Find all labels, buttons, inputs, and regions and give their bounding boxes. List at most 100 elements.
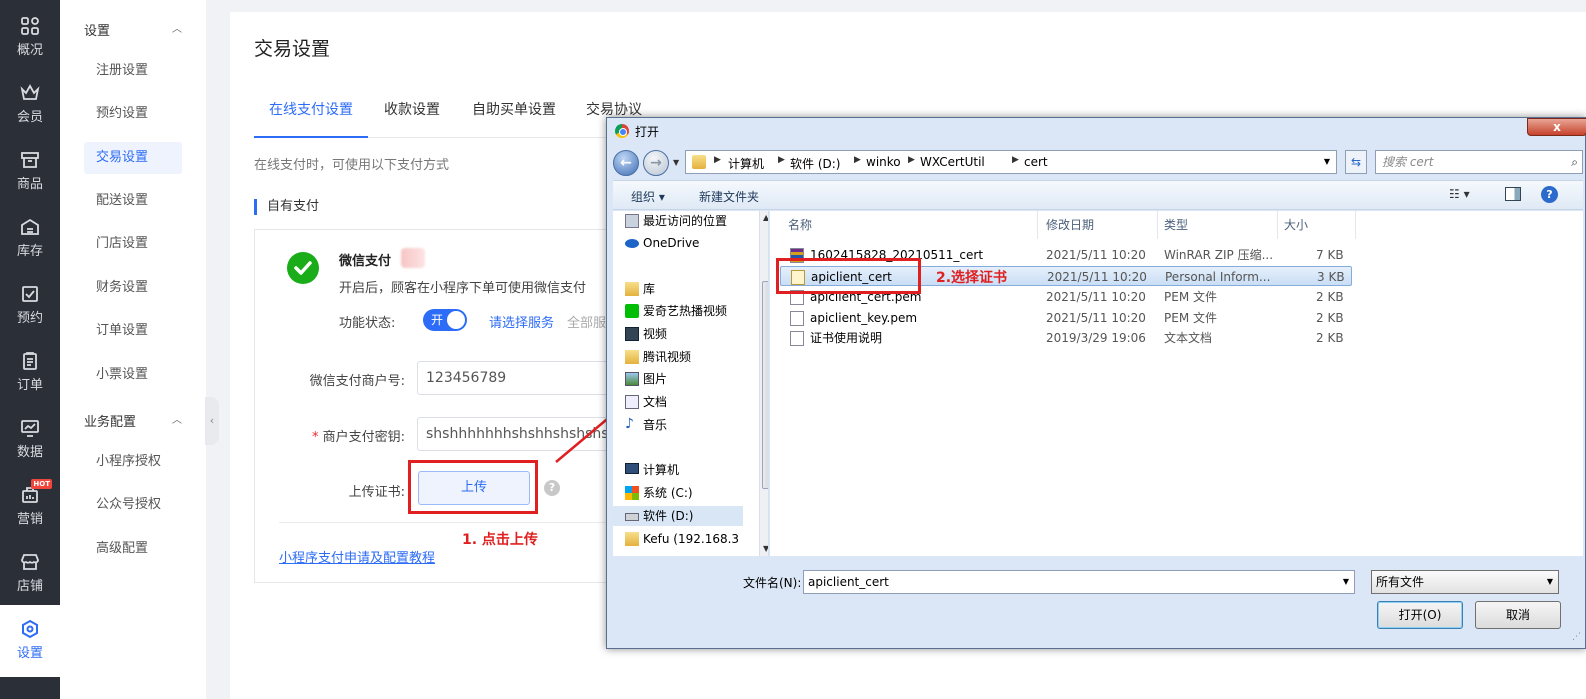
breadcrumb-cert[interactable]: cert bbox=[1024, 155, 1048, 169]
tab-collection[interactable]: 收款设置 bbox=[384, 88, 440, 138]
nav-label: 视频 bbox=[643, 327, 668, 341]
chevron-up-icon: ︿ bbox=[172, 415, 182, 426]
folder-icon bbox=[625, 350, 639, 364]
file-name: 证书使用说明 bbox=[810, 331, 883, 345]
organize-button[interactable]: 组织 ▾ bbox=[631, 188, 665, 205]
chevron-down-icon[interactable]: ▼ bbox=[1324, 157, 1330, 166]
filename-input[interactable]: apiclient_cert ▼ bbox=[803, 570, 1355, 594]
nav-item-settings[interactable]: 设置 bbox=[0, 605, 60, 677]
nav-item-marketing[interactable]: HOT 营销 bbox=[0, 471, 60, 535]
nav-item-shop[interactable]: 店铺 bbox=[0, 538, 60, 602]
nav-label: 最近访问的位置 bbox=[643, 214, 728, 228]
subnav-item-official-auth[interactable]: 公众号授权 bbox=[84, 489, 182, 521]
nav-pictures[interactable]: 图片 bbox=[625, 369, 667, 389]
switch-label: 开 bbox=[431, 313, 444, 327]
subnav-group-business[interactable]: 业务配置 ︿ bbox=[84, 411, 182, 430]
resize-grip-icon[interactable]: ⋰ bbox=[1572, 632, 1581, 642]
new-folder-button[interactable]: 新建文件夹 bbox=[699, 188, 759, 205]
nav-item-overview[interactable]: 概况 bbox=[0, 2, 60, 66]
forward-button[interactable]: → bbox=[643, 150, 669, 176]
subnav-item-register[interactable]: 注册设置 bbox=[84, 55, 182, 87]
collapse-sidebar-button[interactable]: ‹ bbox=[205, 397, 219, 445]
chevron-up-icon: ︿ bbox=[172, 24, 182, 35]
filetype-select[interactable]: 所有文件 ▼ bbox=[1371, 570, 1559, 594]
cancel-button[interactable]: 取消 bbox=[1475, 601, 1561, 629]
nav-label: 软件 (D:) bbox=[643, 509, 694, 523]
breadcrumb-computer[interactable]: 计算机 bbox=[728, 155, 764, 172]
nav-computer[interactable]: 计算机 bbox=[625, 460, 679, 480]
breadcrumb-drive-d[interactable]: 软件 (D:) bbox=[790, 155, 840, 172]
subnav-item-receipt[interactable]: 小票设置 bbox=[84, 359, 182, 391]
dialog-footer: 文件名(N): apiclient_cert ▼ 所有文件 ▼ 打开(O) 取消… bbox=[613, 558, 1583, 644]
subnav-item-advanced[interactable]: 高级配置 bbox=[84, 533, 182, 565]
nav-item-inventory[interactable]: 库存 bbox=[0, 203, 60, 267]
nav-item-appointment[interactable]: 预约 bbox=[0, 270, 60, 334]
dialog-close-button[interactable]: x bbox=[1527, 118, 1586, 136]
nav-item-orders[interactable]: 订单 bbox=[0, 337, 60, 401]
preview-pane-button[interactable] bbox=[1505, 187, 1521, 201]
drive-icon bbox=[625, 513, 639, 521]
nav-drive-c[interactable]: 系统 (C:) bbox=[625, 483, 693, 503]
nav-tencent-video[interactable]: 腾讯视频 bbox=[625, 347, 691, 367]
subnav-item-delivery[interactable]: 配送设置 bbox=[84, 185, 182, 217]
nav-recent[interactable]: 最近访问的位置 bbox=[625, 211, 728, 231]
search-input[interactable]: 搜索 cert ⌕ bbox=[1375, 150, 1583, 174]
nav-network-drive[interactable]: Kefu (192.168.3 bbox=[625, 529, 739, 549]
subnav-item-miniapp-auth[interactable]: 小程序授权 bbox=[84, 446, 182, 478]
inventory-icon bbox=[21, 218, 39, 235]
file-date: 2019/3/29 19:06 bbox=[1046, 331, 1146, 345]
column-type[interactable]: 类型 bbox=[1158, 211, 1278, 239]
nav-libraries[interactable]: 库 bbox=[625, 279, 655, 299]
filetype-value: 所有文件 bbox=[1376, 575, 1425, 589]
column-size[interactable]: 大小 bbox=[1278, 211, 1356, 239]
subnav-group-label: 业务配置 bbox=[84, 415, 137, 430]
wechat-pay-switch[interactable]: 开 bbox=[423, 309, 467, 331]
scroll-thumb[interactable] bbox=[762, 281, 768, 489]
subnav-item-order[interactable]: 订单设置 bbox=[84, 315, 182, 347]
nav-item-member[interactable]: 会员 bbox=[0, 69, 60, 133]
breadcrumb-winko[interactable]: winko bbox=[866, 155, 901, 169]
address-bar[interactable]: ▶ 计算机 ▶ 软件 (D:) ▶ winko ▶ WXCertUtil ▶ c… bbox=[685, 150, 1337, 174]
tab-online-payment[interactable]: 在线支付设置 bbox=[254, 88, 368, 138]
subnav-group-settings[interactable]: 设置 ︿ bbox=[84, 20, 182, 39]
search-placeholder: 搜索 cert bbox=[1382, 155, 1434, 169]
breadcrumb-wxcertutil[interactable]: WXCertUtil bbox=[920, 155, 985, 169]
nav-item-data[interactable]: 数据 bbox=[0, 404, 60, 468]
subnav-item-appointment[interactable]: 预约设置 bbox=[84, 98, 182, 130]
file-size: 2 KB bbox=[1316, 311, 1344, 325]
scroll-down-icon[interactable]: ▼ bbox=[763, 544, 768, 553]
view-options-button[interactable]: ☷ ▾ bbox=[1449, 187, 1470, 201]
column-date[interactable]: 修改日期 bbox=[1040, 211, 1158, 239]
subnav-item-store[interactable]: 门店设置 bbox=[84, 228, 182, 260]
nav-music[interactable]: ♪ 音乐 bbox=[625, 415, 667, 435]
file-row[interactable]: apiclient_key.pem 2021/5/11 10:20 PEM 文件… bbox=[780, 308, 1352, 328]
nav-drive-d[interactable]: 软件 (D:) bbox=[613, 506, 743, 526]
back-button[interactable]: ← bbox=[613, 150, 639, 176]
nav-item-label: 会员 bbox=[16, 110, 43, 125]
file-row[interactable]: 证书使用说明 2019/3/29 19:06 文本文档 2 KB bbox=[780, 328, 1352, 348]
nav-scrollbar[interactable]: ▲ ▼ bbox=[759, 211, 768, 556]
nav-item-goods[interactable]: 商品 bbox=[0, 136, 60, 200]
subnav-item-finance[interactable]: 财务设置 bbox=[84, 272, 182, 304]
refresh-button[interactable]: ⇆ bbox=[1345, 150, 1367, 174]
nav-videos[interactable]: 视频 bbox=[625, 324, 668, 344]
tutorial-link[interactable]: 小程序支付申请及配置教程 bbox=[279, 547, 435, 566]
chevron-down-icon[interactable]: ▼ bbox=[1343, 571, 1349, 593]
nav-onedrive[interactable]: OneDrive bbox=[625, 233, 699, 253]
file-type: PEM 文件 bbox=[1164, 290, 1217, 304]
breadcrumb-separator: ▶ bbox=[1012, 155, 1019, 165]
gear-icon bbox=[22, 619, 38, 639]
nav-iqiyi[interactable]: 爱奇艺热播视频 bbox=[625, 301, 727, 321]
select-service-link[interactable]: 请选择服务 bbox=[489, 312, 554, 331]
tab-self-checkout[interactable]: 自助买单设置 bbox=[472, 88, 556, 138]
open-button[interactable]: 打开(O) bbox=[1377, 601, 1463, 629]
nav-documents[interactable]: 文档 bbox=[625, 392, 667, 412]
recent-pages-dropdown[interactable]: ▼ bbox=[673, 158, 679, 167]
file-date: 2021/5/11 10:20 bbox=[1046, 311, 1146, 325]
scroll-up-icon[interactable]: ▲ bbox=[763, 213, 768, 222]
nav-item-label: 商品 bbox=[16, 177, 43, 192]
subnav-item-trade[interactable]: 交易设置 bbox=[84, 142, 182, 174]
help-icon[interactable]: ? bbox=[544, 480, 560, 496]
column-name[interactable]: 名称 bbox=[782, 211, 1038, 239]
help-button[interactable]: ? bbox=[1541, 186, 1558, 203]
